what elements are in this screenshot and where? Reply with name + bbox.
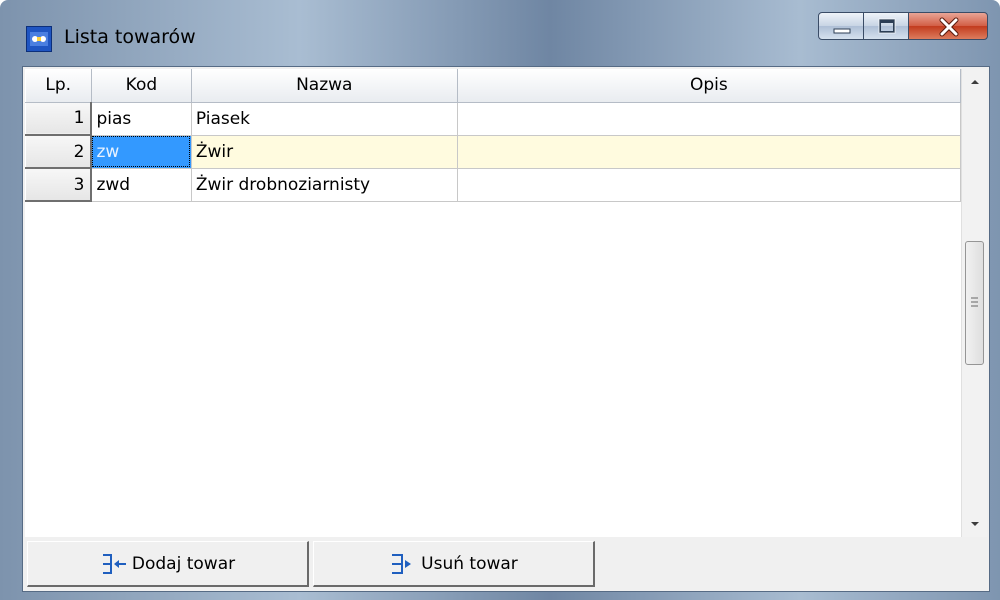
scroll-thumb[interactable] (965, 241, 984, 365)
title-bar[interactable]: Lista towarów (0, 0, 1000, 66)
cell-nazwa[interactable]: Żwir drobnoziarnisty (191, 168, 458, 202)
column-header-nazwa[interactable]: Nazwa (191, 69, 458, 103)
remove-item-label: Usuń towar (421, 553, 518, 574)
column-header-opis[interactable]: Opis (457, 69, 961, 103)
table-row[interactable]: 1 pias Piasek (25, 101, 961, 136)
table-row[interactable]: 3 zwd Żwir drobnoziarnisty (25, 167, 961, 202)
minimize-button[interactable] (818, 12, 864, 40)
maximize-button[interactable] (863, 12, 909, 40)
cell-kod-focused[interactable]: zw (91, 135, 192, 169)
goods-table: Lp. Kod Nazwa Opis 1 pias Piasek 2 zw Żw… (25, 69, 961, 202)
add-row-icon (100, 552, 128, 576)
cell-opis[interactable] (457, 135, 961, 169)
cell-kod[interactable]: pias (91, 102, 192, 136)
arrow-up-icon (970, 80, 979, 84)
window-title: Lista towarów (64, 26, 196, 48)
table-row-selected[interactable]: 2 zw Żwir (25, 134, 961, 169)
remove-item-button[interactable]: Usuń towar (313, 541, 595, 587)
vertical-scrollbar[interactable] (961, 69, 987, 537)
client-area: Lp. Kod Nazwa Opis 1 pias Piasek 2 zw Żw… (22, 66, 990, 592)
add-item-button[interactable]: Dodaj towar (27, 541, 309, 587)
cell-nazwa[interactable]: Piasek (191, 102, 458, 136)
row-index[interactable]: 3 (25, 167, 93, 202)
scroll-up-button[interactable] (962, 69, 987, 95)
cell-opis[interactable] (457, 168, 961, 202)
cell-nazwa[interactable]: Żwir (191, 135, 458, 169)
arrow-down-icon (970, 522, 979, 526)
minimize-icon (833, 28, 851, 34)
app-logo-icon[interactable] (26, 26, 52, 52)
bottom-toolbar: Dodaj towar Usuń towar (25, 539, 987, 589)
scroll-down-button[interactable] (962, 511, 987, 537)
close-button[interactable] (908, 12, 988, 40)
close-icon (939, 17, 959, 37)
grip-icon (971, 297, 978, 307)
cell-kod[interactable]: zwd (91, 168, 192, 202)
maximize-icon (878, 18, 896, 34)
header-row: Lp. Kod Nazwa Opis (25, 69, 961, 103)
remove-row-icon (389, 552, 417, 576)
data-grid[interactable]: Lp. Kod Nazwa Opis 1 pias Piasek 2 zw Żw… (25, 69, 961, 537)
add-item-label: Dodaj towar (131, 553, 236, 574)
column-header-kod[interactable]: Kod (91, 69, 192, 103)
cell-opis[interactable] (457, 102, 961, 136)
column-header-lp[interactable]: Lp. (25, 69, 92, 103)
application-window: Lista towarów Lp. Kod Nazwa Opis 1 pias … (0, 0, 1000, 600)
row-index[interactable]: 1 (25, 101, 93, 136)
row-index[interactable]: 2 (25, 134, 93, 169)
